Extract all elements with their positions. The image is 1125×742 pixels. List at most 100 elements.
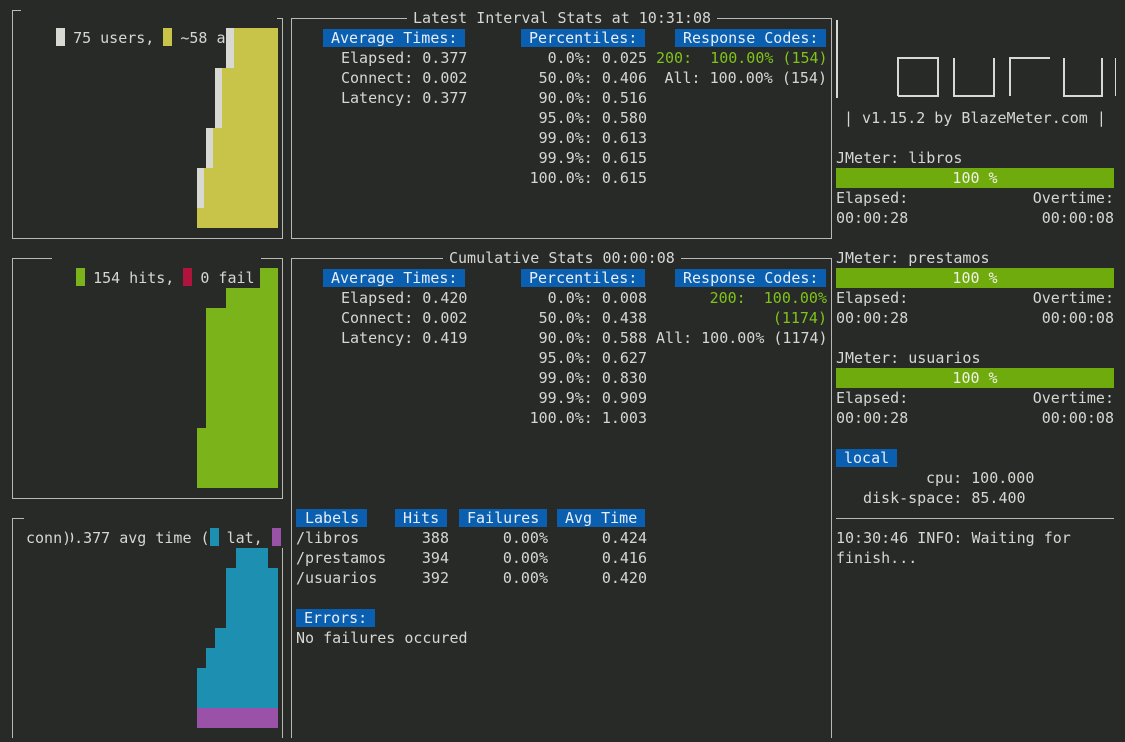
errors-text: No failures occured: [296, 629, 468, 647]
fail-swatch: [183, 268, 193, 286]
lat-bar: [226, 568, 278, 708]
latest-percentile: 90.0%: 0.516: [538, 89, 647, 107]
cumulative-response-200-count: (1174): [772, 309, 827, 327]
executor-progress-bar: 100 %: [836, 168, 1114, 188]
table-row-avgtime: 0.420: [601, 569, 647, 587]
cumulative-response-200: 200: 100.00%: [709, 289, 827, 307]
lat-bar: [215, 628, 226, 708]
fail-count: 0 fail: [200, 269, 255, 287]
executor-progress-bar: 100 %: [836, 368, 1114, 388]
overtime-label: Overtime:: [1032, 289, 1114, 307]
cumulative-latency: Latency: 0.419: [341, 329, 468, 347]
executor-name: JMeter: libros: [836, 149, 963, 167]
users-swatch: [56, 28, 66, 46]
overtime-value: 00:00:08: [1041, 209, 1114, 227]
hits-bar: [260, 268, 278, 488]
cpu-value: cpu: 100.000: [926, 469, 1035, 487]
latest-response-header: Response Codes:: [675, 29, 827, 47]
active-swatch: [163, 28, 173, 46]
table-row-hits: 388: [421, 529, 449, 547]
log-line: 10:30:46 INFO: Waiting for: [836, 529, 1071, 547]
active-bar: [234, 28, 278, 228]
hits-bar: [206, 308, 226, 488]
cumulative-percentile: 99.0%: 0.830: [538, 369, 647, 387]
overtime-label: Overtime:: [1032, 189, 1114, 207]
local-header: local: [836, 449, 898, 467]
elapsed-label: Elapsed:: [836, 289, 909, 307]
table-row-hits: 392: [421, 569, 449, 587]
lat-bar: [206, 648, 215, 708]
table-row-hits: 394: [421, 549, 449, 567]
labels-col-header: Labels: [296, 509, 367, 527]
lat-swatch: [209, 528, 219, 546]
avgtime-col-header: Avg Time: [557, 509, 646, 527]
avg-time-label: 0.377 avg time (: [65, 529, 210, 547]
executor-name: JMeter: usuarios: [836, 349, 981, 367]
latest-percentile: 0.0%: 0.025: [547, 49, 647, 67]
hits-legend: 154 hits, 0 fail: [52, 248, 261, 288]
overtime-value: 00:00:08: [1041, 309, 1114, 327]
latest-elapsed: Elapsed: 0.377: [341, 49, 468, 67]
latest-percentile: 50.0%: 0.406: [538, 69, 647, 87]
elapsed-value: 00:00:28: [836, 309, 909, 327]
lat-bar: [197, 668, 206, 708]
table-row-label: /libros: [296, 529, 360, 547]
executor-progress-bar: 100 %: [836, 268, 1114, 288]
latest-percentiles-header: Percentiles:: [521, 29, 646, 47]
hits-col-header: Hits: [395, 509, 448, 527]
latest-percentile: 100.0%: 0.615: [529, 169, 647, 187]
conn-label: conn): [26, 528, 72, 548]
cumulative-avg-header: Average Times:: [323, 269, 466, 287]
cumulative-stats-title: Cumulative Stats 00:00:08: [443, 248, 681, 268]
overtime-value: 00:00:08: [1041, 409, 1114, 427]
users-panel-corner: [12, 10, 21, 19]
table-row-failures: 0.00%: [502, 549, 548, 567]
elapsed-value: 00:00:28: [836, 409, 909, 427]
hits-bar: [226, 288, 260, 488]
latest-stats-title: Latest Interval Stats at 10:31:08: [407, 8, 718, 28]
latest-percentile: 95.0%: 0.580: [538, 109, 647, 127]
active-bar: [197, 208, 227, 228]
users-count: 75 users,: [73, 29, 155, 47]
hits-bar: [197, 428, 206, 488]
taurus-logo: [836, 18, 1117, 98]
version-line: | v1.15.2 by BlazeMeter.com |: [844, 109, 1106, 127]
table-row-label: /usuarios: [296, 569, 378, 587]
cumulative-percentile: 50.0%: 0.438: [538, 309, 647, 327]
cumulative-elapsed: Elapsed: 0.420: [341, 289, 468, 307]
table-row-avgtime: 0.424: [601, 529, 647, 547]
cumulative-percentile: 90.0%: 0.588: [538, 329, 647, 347]
elapsed-label: Elapsed:: [836, 389, 909, 407]
errors-header: Errors:: [296, 609, 376, 627]
disk-space-value: disk-space: 85.400: [863, 489, 1026, 507]
table-row-failures: 0.00%: [502, 569, 548, 587]
log-line: finish...: [836, 549, 918, 567]
latest-response-200: 200: 100.00% (154): [656, 49, 828, 67]
table-row-avgtime: 0.416: [601, 549, 647, 567]
sidebar-divider: [836, 518, 1114, 519]
elapsed-value: 00:00:28: [836, 209, 909, 227]
cumulative-connect: Connect: 0.002: [341, 309, 468, 327]
latest-response-all: All: 100.00% (154): [664, 69, 827, 87]
table-row-failures: 0.00%: [502, 529, 548, 547]
cumulative-percentile: 100.0%: 1.003: [529, 409, 647, 427]
conn-bar: [197, 708, 278, 728]
table-row-label: /prestamos: [296, 549, 387, 567]
latest-avg-header: Average Times:: [323, 29, 466, 47]
latest-connect: Connect: 0.002: [341, 69, 468, 87]
active-bar: [222, 68, 234, 228]
hits-swatch: [76, 268, 86, 286]
executor-name: JMeter: prestamos: [836, 249, 990, 267]
cumulative-percentiles-header: Percentiles:: [521, 269, 646, 287]
cumulative-percentile: 95.0%: 0.627: [538, 349, 647, 367]
hits-count: 154 hits,: [93, 269, 175, 287]
conn-swatch: [271, 528, 281, 546]
lat-label: lat,: [226, 529, 263, 547]
latest-latency: Latency: 0.377: [341, 89, 468, 107]
cumulative-response-all: All: 100.00% (1174): [656, 329, 828, 347]
latest-percentile: 99.0%: 0.613: [538, 129, 647, 147]
overtime-label: Overtime:: [1032, 389, 1114, 407]
failures-col-header: Failures: [459, 509, 548, 527]
latest-percentile: 99.9%: 0.615: [538, 149, 647, 167]
cumulative-percentile: 0.0%: 0.008: [547, 289, 647, 307]
